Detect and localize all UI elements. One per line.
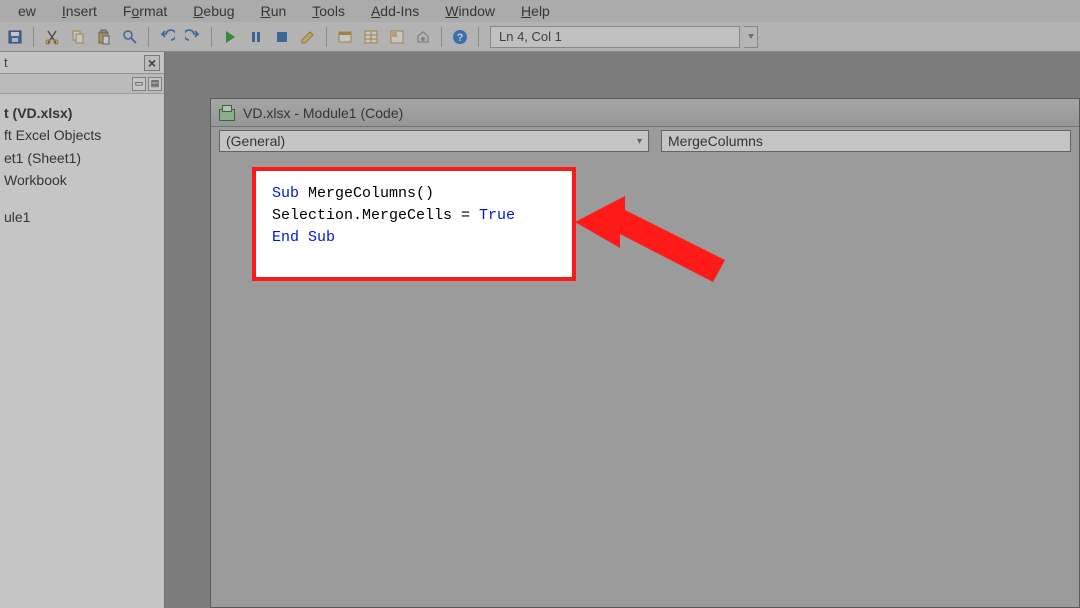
toolbar: ? Ln 4, Col 1 — [0, 22, 1080, 52]
cursor-position-text: Ln 4, Col 1 — [499, 29, 562, 44]
project-explorer: t × ▭ ▤ t (VD.xlsx) ft Excel Objects et1… — [0, 52, 165, 608]
code-line-2: Selection.MergeCells = True — [272, 205, 556, 227]
module-icon — [219, 105, 235, 121]
menu-bar: ew Insert Format Debug Run Tools Add-Ins… — [0, 0, 1080, 22]
copy-button[interactable] — [67, 26, 89, 48]
menu-insert[interactable]: Insert — [52, 3, 107, 19]
menu-view[interactable]: ew — [8, 3, 46, 19]
menu-tools[interactable]: Tools — [302, 3, 355, 19]
project-node-module1[interactable]: ule1 — [4, 206, 160, 228]
menu-format[interactable]: Format — [113, 3, 177, 19]
project-explorer-toggle-1[interactable]: ▭ — [132, 77, 146, 91]
project-explorer-button[interactable] — [334, 26, 356, 48]
menu-debug[interactable]: Debug — [183, 3, 244, 19]
object-browser-button[interactable] — [386, 26, 408, 48]
code-window-titlebar[interactable]: VD.xlsx - Module1 (Code) — [211, 99, 1079, 127]
paste-button[interactable] — [93, 26, 115, 48]
help-button[interactable]: ? — [449, 26, 471, 48]
mdi-area: VD.xlsx - Module1 (Code) (General) ▾ Mer… — [165, 52, 1080, 608]
code-line-3: End Sub — [272, 227, 556, 249]
code-window-dropdowns: (General) ▾ MergeColumns — [211, 127, 1079, 155]
project-explorer-title: t — [4, 55, 8, 70]
code-line-2-text: Selection.MergeCells = — [272, 207, 479, 224]
design-mode-button[interactable] — [297, 26, 319, 48]
procedure-dropdown-value: MergeColumns — [668, 133, 763, 149]
code-line-1: Sub MergeColumns() — [272, 183, 556, 205]
chevron-down-icon: ▾ — [637, 136, 642, 147]
project-explorer-titlebar: t × — [0, 52, 164, 74]
undo-button[interactable] — [156, 26, 178, 48]
literal-true: True — [479, 207, 515, 224]
menu-run[interactable]: Run — [251, 3, 297, 19]
cursor-position-box: Ln 4, Col 1 — [490, 26, 740, 48]
menu-addins[interactable]: Add-Ins — [361, 3, 429, 19]
project-tree[interactable]: t (VD.xlsx) ft Excel Objects et1 (Sheet1… — [0, 94, 164, 608]
toolbox-button[interactable] — [412, 26, 434, 48]
cursor-position-dropdown[interactable] — [744, 26, 758, 48]
keyword-sub: Sub — [272, 185, 299, 202]
project-explorer-toggle-2[interactable]: ▤ — [148, 77, 162, 91]
callout-arrow-icon — [575, 188, 735, 288]
project-node-excel-objects[interactable]: ft Excel Objects — [4, 124, 160, 146]
object-dropdown-value: (General) — [226, 133, 285, 149]
properties-button[interactable] — [360, 26, 382, 48]
project-node-root[interactable]: t (VD.xlsx) — [4, 102, 160, 124]
save-button[interactable] — [4, 26, 26, 48]
project-explorer-toolbar: ▭ ▤ — [0, 74, 164, 94]
run-button[interactable] — [219, 26, 241, 48]
project-node-spacer — [4, 192, 160, 206]
redo-button[interactable] — [182, 26, 204, 48]
code-highlight-box: Sub MergeColumns() Selection.MergeCells … — [252, 167, 576, 281]
project-explorer-close-button[interactable]: × — [144, 55, 160, 71]
project-node-sheet1[interactable]: et1 (Sheet1) — [4, 147, 160, 169]
project-node-workbook[interactable]: Workbook — [4, 169, 160, 191]
keyword-endsub: End Sub — [272, 229, 335, 246]
find-button[interactable] — [119, 26, 141, 48]
main-area: t × ▭ ▤ t (VD.xlsx) ft Excel Objects et1… — [0, 52, 1080, 608]
object-dropdown[interactable]: (General) ▾ — [219, 130, 649, 152]
pause-button[interactable] — [245, 26, 267, 48]
svg-text:?: ? — [457, 32, 464, 44]
procedure-dropdown[interactable]: MergeColumns — [661, 130, 1071, 152]
cut-button[interactable] — [41, 26, 63, 48]
menu-help[interactable]: Help — [511, 3, 560, 19]
menu-window[interactable]: Window — [435, 3, 505, 19]
stop-button[interactable] — [271, 26, 293, 48]
sub-name: MergeColumns() — [299, 185, 434, 202]
code-window-title: VD.xlsx - Module1 (Code) — [243, 105, 403, 121]
